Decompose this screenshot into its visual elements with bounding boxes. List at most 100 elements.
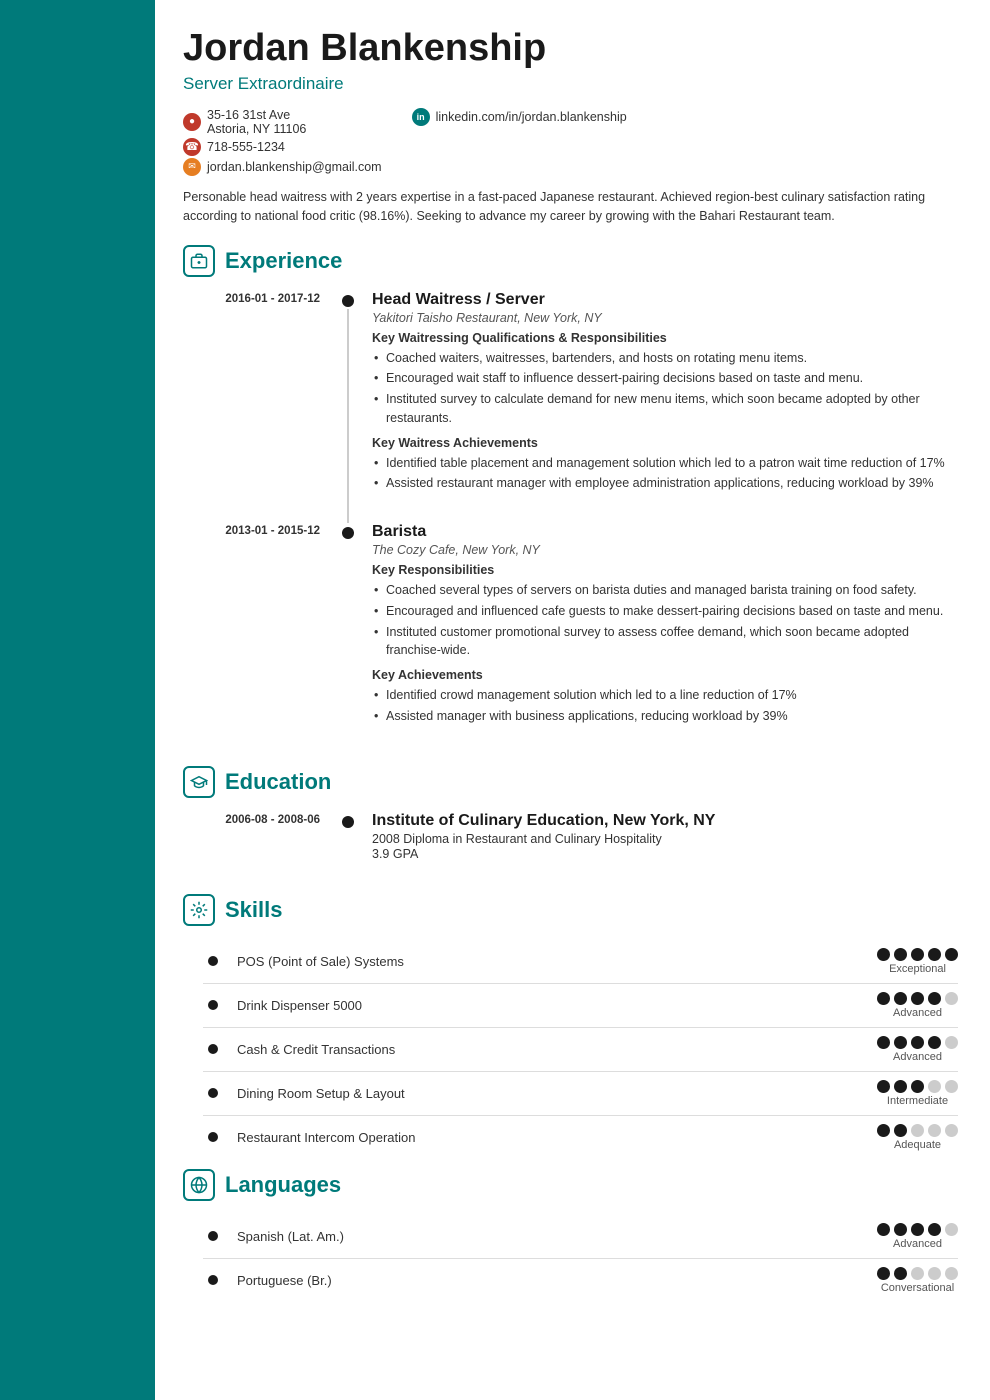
bullet-item: Encouraged wait staff to influence desse…: [372, 369, 958, 388]
dot-empty: [928, 1080, 941, 1093]
job-subtitle1: Key Waitressing Qualifications & Respons…: [372, 331, 958, 345]
skill-name: POS (Point of Sale) Systems: [223, 954, 877, 969]
bullet-item: Instituted survey to calculate demand fo…: [372, 390, 958, 428]
experience-header: Experience: [183, 245, 958, 277]
skill-name: Restaurant Intercom Operation: [223, 1130, 877, 1145]
languages-header: Languages: [183, 1169, 958, 1201]
education-section: Education 2006-08 - 2008-06 Institute of…: [183, 766, 958, 884]
experience-title: Experience: [225, 248, 342, 274]
dot-empty: [945, 1267, 958, 1280]
language-dots: [877, 1223, 958, 1236]
dot-filled: [877, 1036, 890, 1049]
skills-section: Skills POS (Point of Sale) Systems Excep…: [183, 894, 958, 1159]
skill-level: Intermediate: [887, 1095, 948, 1107]
edu-degree: 2008 Diploma in Restaurant and Culinary …: [372, 832, 958, 846]
skill-dot-col: [203, 1132, 223, 1142]
job-bullets1: Coached waiters, waitresses, bartenders,…: [372, 349, 958, 428]
lang-dot-col: [203, 1231, 223, 1241]
lang-dot-col: [203, 1275, 223, 1285]
candidate-name: Jordan Blankenship: [183, 28, 958, 70]
skill-dots: [877, 992, 958, 1005]
dot-filled: [877, 1080, 890, 1093]
dot-empty: [911, 1267, 924, 1280]
languages-title: Languages: [225, 1172, 341, 1198]
language-rating: Advanced: [877, 1223, 958, 1250]
dot-filled: [894, 1080, 907, 1093]
timeline-dot-col: [338, 291, 358, 524]
skill-rating: Adequate: [877, 1124, 958, 1151]
job-bullets1: Coached several types of servers on bari…: [372, 581, 958, 660]
job-company: Yakitori Taisho Restaurant, New York, NY: [372, 311, 958, 325]
skill-name: Dining Room Setup & Layout: [223, 1086, 877, 1101]
language-row: Portuguese (Br.) Conversational: [203, 1259, 958, 1302]
skill-row: Restaurant Intercom Operation Adequate: [203, 1116, 958, 1159]
skill-dots: [877, 948, 958, 961]
main-content: Jordan Blankenship Server Extraordinaire…: [155, 0, 990, 1400]
contact-linkedin: in linkedin.com/in/jordan.blankenship: [412, 108, 627, 126]
skill-dot: [208, 956, 218, 966]
experience-timeline: 2016-01 - 2017-12 Head Waitress / Server…: [183, 291, 958, 756]
dot-filled: [911, 992, 924, 1005]
dot-filled: [894, 948, 907, 961]
experience-item: 2013-01 - 2015-12 Barista The Cozy Cafe,…: [183, 523, 958, 756]
skill-level: Adequate: [894, 1139, 941, 1151]
dot-filled: [928, 948, 941, 961]
email-icon: ✉: [183, 158, 201, 176]
skill-name: Cash & Credit Transactions: [223, 1042, 877, 1057]
header: Jordan Blankenship Server Extraordinaire: [183, 28, 958, 94]
contact-section: ● 35-16 31st Ave Astoria, NY 11106 ☎ 718…: [183, 108, 958, 178]
timeline-dot-col: [338, 812, 358, 884]
experience-date: 2013-01 - 2015-12: [183, 523, 338, 756]
skill-dot: [208, 1000, 218, 1010]
page: Jordan Blankenship Server Extraordinaire…: [0, 0, 990, 1400]
languages-section: Languages Spanish (Lat. Am.) Advanced Po…: [183, 1169, 958, 1302]
skill-dot-col: [203, 1000, 223, 1010]
job-company: The Cozy Cafe, New York, NY: [372, 543, 958, 557]
dot-empty: [945, 1223, 958, 1236]
dot-filled: [894, 1267, 907, 1280]
linkedin-icon: in: [412, 108, 430, 126]
experience-icon: [183, 245, 215, 277]
dot-empty: [928, 1267, 941, 1280]
education-item: 2006-08 - 2008-06 Institute of Culinary …: [183, 812, 958, 884]
education-date: 2006-08 - 2008-06: [183, 812, 338, 884]
skill-level: Exceptional: [889, 963, 946, 975]
dot-filled: [877, 1223, 890, 1236]
skill-row: Drink Dispenser 5000 Advanced: [203, 984, 958, 1028]
skill-row: POS (Point of Sale) Systems Exceptional: [203, 940, 958, 984]
contact-email: ✉ jordan.blankenship@gmail.com: [183, 158, 382, 176]
bullet-item: Instituted customer promotional survey t…: [372, 623, 958, 661]
timeline-dot: [342, 527, 354, 539]
timeline-dot-col: [338, 523, 358, 756]
skill-dots: [877, 1080, 958, 1093]
bullet-item: Assisted manager with business applicati…: [372, 707, 958, 726]
phone-icon: ☎: [183, 138, 201, 156]
job-subtitle1: Key Responsibilities: [372, 563, 958, 577]
timeline-line: [347, 309, 349, 524]
skill-dots: [877, 1036, 958, 1049]
skills-icon: [183, 894, 215, 926]
job-bullets2: Identified crowd management solution whi…: [372, 686, 958, 726]
job-title: Head Waitress / Server: [372, 291, 958, 309]
experience-section: Experience 2016-01 - 2017-12 Head Waitre…: [183, 245, 958, 756]
contact-phone: ☎ 718-555-1234: [183, 138, 382, 156]
dot-filled: [894, 992, 907, 1005]
skill-dot: [208, 1044, 218, 1054]
contact-address: ● 35-16 31st Ave Astoria, NY 11106: [183, 108, 382, 136]
dot-filled: [877, 1267, 890, 1280]
dot-empty: [911, 1124, 924, 1137]
language-level: Conversational: [881, 1282, 954, 1294]
skills-list: POS (Point of Sale) Systems Exceptional …: [203, 940, 958, 1159]
edu-institution: Institute of Culinary Education, New Yor…: [372, 812, 958, 830]
language-rating: Conversational: [877, 1267, 958, 1294]
edu-gpa: 3.9 GPA: [372, 847, 958, 861]
dot-filled: [945, 948, 958, 961]
dot-filled: [894, 1036, 907, 1049]
language-row: Spanish (Lat. Am.) Advanced: [203, 1215, 958, 1259]
skill-dot-col: [203, 1044, 223, 1054]
experience-date: 2016-01 - 2017-12: [183, 291, 338, 524]
dot-empty: [945, 1080, 958, 1093]
education-title: Education: [225, 769, 331, 795]
dot-empty: [945, 992, 958, 1005]
skill-row: Cash & Credit Transactions Advanced: [203, 1028, 958, 1072]
